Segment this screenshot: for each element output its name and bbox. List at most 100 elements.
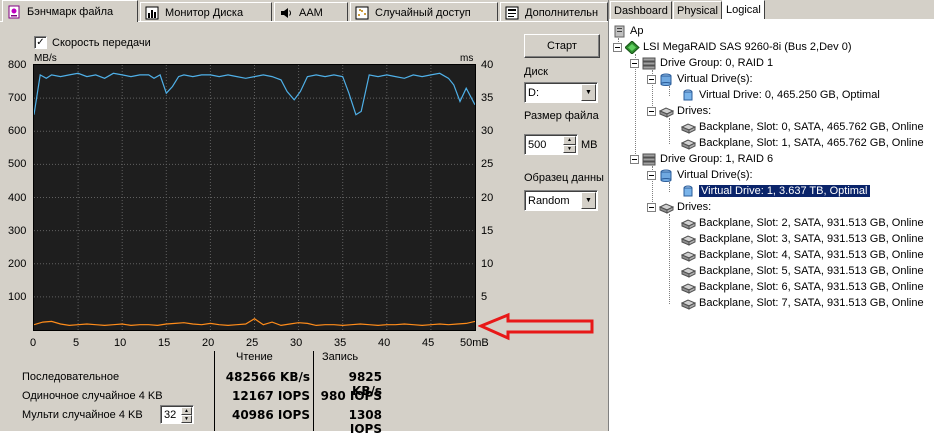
- x-tick: 10: [114, 337, 127, 349]
- tree-node[interactable]: Ap: [612, 23, 643, 39]
- read-header: Чтение: [236, 351, 273, 363]
- spin-down-icon[interactable]: ▼: [563, 144, 576, 153]
- y-right-tick: 15: [481, 225, 494, 237]
- y-left-tick: 300: [8, 225, 27, 237]
- disk-label: Диск: [524, 66, 548, 78]
- collapse-icon[interactable]: [630, 154, 639, 164]
- raid-tree-panel: Dashboard Physical Logical Ap LSI MegaRAI…: [608, 0, 934, 431]
- sequential-read-value: 482566 KB/s: [225, 370, 310, 384]
- transfer-speed-checkbox[interactable]: ✓: [34, 36, 47, 49]
- tree-node[interactable]: Backplane, Slot: 0, SATA, 465.762 GB, On…: [680, 119, 924, 135]
- speaker-icon: [279, 6, 293, 20]
- server-icon: [612, 25, 627, 38]
- tab-extra[interactable]: Дополнительн: [500, 2, 608, 22]
- tab-physical[interactable]: Physical: [673, 1, 722, 19]
- tree-node[interactable]: Backplane, Slot: 1, SATA, 465.762 GB, On…: [680, 135, 924, 151]
- tree-node[interactable]: Backplane, Slot: 3, SATA, 931.513 GB, On…: [680, 231, 924, 247]
- hdd-icon: [680, 121, 697, 134]
- start-button[interactable]: Старт: [524, 34, 600, 58]
- tree-node-label: Backplane, Slot: 7, SATA, 931.513 GB, On…: [699, 297, 924, 309]
- file-size-label: Размер файла: [524, 110, 599, 122]
- tree-node-label: Virtual Drive(s):: [677, 73, 753, 85]
- tree-node[interactable]: Drives:: [647, 199, 711, 215]
- right-axis-unit: ms: [460, 53, 474, 64]
- spin-down-icon[interactable]: ▼: [181, 415, 192, 423]
- spin-up-icon[interactable]: ▲: [181, 407, 192, 415]
- tree-node[interactable]: LSI MegaRAID SAS 9260-8i (Bus 2,Dev 0): [613, 39, 851, 55]
- collapse-icon[interactable]: [613, 42, 622, 52]
- tree-node[interactable]: Backplane, Slot: 2, SATA, 931.513 GB, On…: [680, 215, 924, 231]
- tree-node-label: Backplane, Slot: 2, SATA, 931.513 GB, On…: [699, 217, 924, 229]
- benchmark-window: Бэнчмарк файла Монитор Диска AAM Случайн…: [0, 0, 608, 436]
- tab-label: Случайный доступ: [375, 6, 471, 19]
- x-tick: 25: [246, 337, 259, 349]
- tree-node-label: Backplane, Slot: 3, SATA, 931.513 GB, On…: [699, 233, 924, 245]
- tree-node-label: Ap: [630, 25, 644, 37]
- tab-dashboard[interactable]: Dashboard: [610, 1, 672, 19]
- tree-node[interactable]: Virtual Drive: 1, 3.637 TB, Optimal: [681, 183, 870, 199]
- collapse-icon[interactable]: [647, 106, 656, 116]
- tab-disk-monitor[interactable]: Монитор Диска: [140, 2, 272, 22]
- random-access-icon: [355, 6, 369, 20]
- left-axis-unit: MB/s: [34, 53, 57, 64]
- tree-connector: [669, 214, 670, 304]
- x-tick: 35: [334, 337, 347, 349]
- tab-logical[interactable]: Logical: [722, 0, 765, 19]
- y-right-tick: 20: [481, 192, 494, 204]
- tree-node[interactable]: Drives:: [647, 103, 711, 119]
- tree-node[interactable]: Backplane, Slot: 7, SATA, 931.513 GB, On…: [680, 295, 924, 311]
- drives-icon: [658, 201, 675, 214]
- chevron-down-icon[interactable]: ▼: [581, 192, 596, 209]
- data-pattern-select[interactable]: Random ▼: [524, 190, 598, 211]
- chevron-down-icon[interactable]: ▼: [581, 84, 596, 101]
- single-random-read-value: 12167 IOPS: [231, 389, 310, 403]
- queue-depth-spinner[interactable]: ▲ ▼: [181, 407, 192, 423]
- spin-up-icon[interactable]: ▲: [563, 136, 576, 145]
- tree-node[interactable]: Drive Group: 0, RAID 1: [630, 55, 773, 71]
- tree-node[interactable]: Drive Group: 1, RAID 6: [630, 151, 773, 167]
- collapse-icon[interactable]: [647, 170, 656, 180]
- tab-aam[interactable]: AAM: [274, 2, 348, 22]
- x-tick: 0: [30, 337, 37, 349]
- tree-node[interactable]: Backplane, Slot: 4, SATA, 931.513 GB, On…: [680, 247, 924, 263]
- access-time-line: [33, 317, 476, 327]
- x-tick: 45: [422, 337, 435, 349]
- tree-node-label: Backplane, Slot: 5, SATA, 931.513 GB, On…: [699, 265, 924, 277]
- hdd-icon: [680, 249, 697, 262]
- y-right-tick: 5: [481, 291, 488, 303]
- single-random-label: Одиночное случайное 4 KB: [22, 390, 163, 402]
- collapse-icon[interactable]: [630, 58, 639, 68]
- tree-connector: [669, 182, 670, 192]
- hdd-icon: [680, 137, 697, 150]
- benchmark-icon: [7, 5, 21, 19]
- collapse-icon[interactable]: [647, 74, 656, 84]
- right-tab-bar: Dashboard Physical Logical: [609, 0, 934, 19]
- transfer-speed-chart: [33, 64, 476, 331]
- tree-node[interactable]: Virtual Drive(s):: [647, 167, 753, 183]
- queue-depth-input[interactable]: 32 ▲ ▼: [160, 405, 194, 424]
- y-left-tick: 600: [8, 125, 27, 137]
- tree-node-label: Drives:: [677, 105, 712, 117]
- file-size-unit: MB: [581, 139, 598, 151]
- hdd-icon: [680, 217, 697, 230]
- tree-node-label: Virtual Drive: 1, 3.637 TB, Optimal: [699, 185, 870, 197]
- transfer-rate-line: [33, 72, 476, 116]
- tab-random-access[interactable]: Случайный доступ: [350, 2, 498, 22]
- file-size-input[interactable]: 500 ▲ ▼: [524, 134, 578, 155]
- tab-label: Бэнчмарк файла: [27, 5, 114, 18]
- disk-select[interactable]: D: ▼: [524, 82, 598, 103]
- tree-node[interactable]: Backplane, Slot: 5, SATA, 931.513 GB, On…: [680, 263, 924, 279]
- drive-group-icon: [642, 57, 657, 70]
- tree-node[interactable]: Virtual Drive(s):: [647, 71, 753, 87]
- tree-connector: [669, 86, 670, 96]
- tree-node[interactable]: Virtual Drive: 0, 465.250 GB, Optimal: [681, 87, 880, 103]
- collapse-icon[interactable]: [647, 202, 656, 212]
- y-left-tick: 500: [8, 158, 27, 170]
- tab-file-benchmark[interactable]: Бэнчмарк файла: [2, 0, 138, 22]
- hdd-icon: [680, 281, 697, 294]
- tree-node[interactable]: Backplane, Slot: 6, SATA, 931.513 GB, On…: [680, 279, 924, 295]
- monitor-chart-icon: [145, 6, 159, 20]
- transfer-speed-option[interactable]: ✓ Скорость передачи: [34, 36, 151, 49]
- y-left-tick: 800: [8, 59, 27, 71]
- file-size-spinner[interactable]: ▲ ▼: [563, 136, 576, 153]
